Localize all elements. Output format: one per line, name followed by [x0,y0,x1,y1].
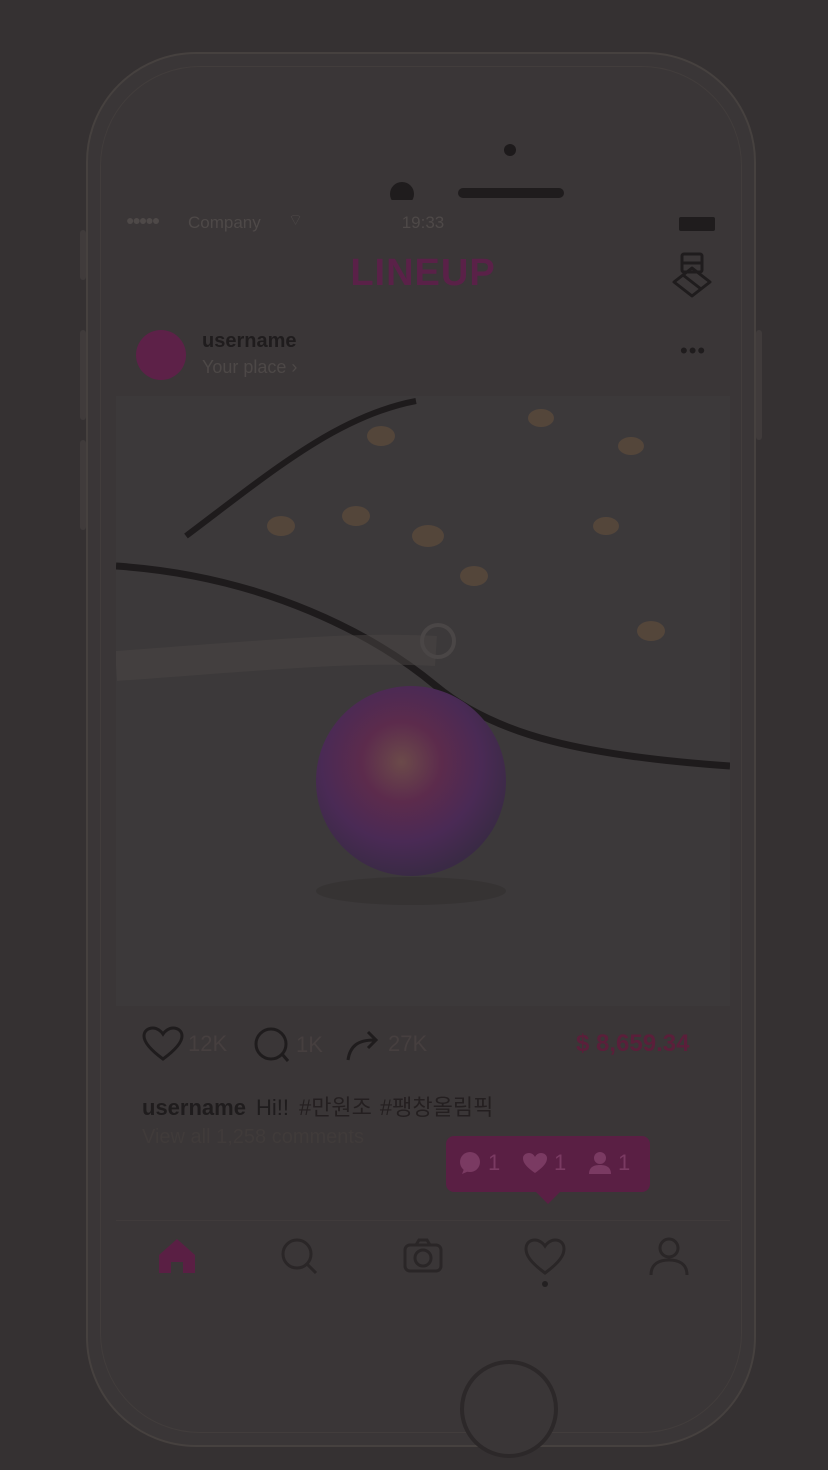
person-icon [589,1152,611,1174]
home-icon[interactable] [156,1235,198,1277]
caption-username[interactable]: username [142,1095,246,1120]
notif-followers: 1 [588,1150,630,1176]
profile-icon[interactable] [648,1235,690,1277]
earpiece-speaker [458,188,564,198]
status-bar: ●●●●● Company ⌔ 19:33 [116,210,730,236]
share-count: 27K [388,1031,428,1056]
status-time: 19:33 [401,213,445,232]
post-caption: username Hi!! #만원조 #팽창올림픽 [142,1090,501,1122]
hashtag[interactable]: #팽창올림픽 [380,1095,493,1120]
app-screen: ●●●●● Company ⌔ 19:33 LINEUP username Yo… [116,200,730,1292]
volume-down-button [80,440,86,530]
heart-icon [142,1026,184,1061]
tab-bar [116,1220,730,1292]
hashtag[interactable]: #만원조 [299,1095,372,1120]
battery-icon [679,217,715,231]
post-location[interactable]: Your place › [202,357,297,378]
post-username[interactable]: username [202,330,297,353]
more-options-icon[interactable]: ••• [680,338,706,364]
share-icon [346,1030,379,1061]
app-title: LINEUP [350,252,496,294]
silent-switch [80,230,86,280]
comment-bubble-icon [460,1152,480,1174]
activity-notification[interactable]: 1 1 1 [446,1136,650,1192]
comment-button[interactable]: 1K [252,1026,323,1064]
like-count: 12K [188,1031,228,1056]
camera-icon[interactable] [402,1235,444,1277]
front-sensor [504,144,516,156]
home-button[interactable] [460,1360,558,1458]
share-button[interactable]: 27K [344,1026,427,1062]
post-photo[interactable] [116,396,730,1006]
caption-text: Hi!! [255,1095,289,1120]
notif-comments: 1 [458,1150,500,1176]
notif-likes: 1 [522,1150,566,1176]
view-all-comments-link[interactable]: View all 1,258 comments [142,1126,364,1149]
post-price: $ 8,659.34 [576,1030,690,1057]
power-button [756,330,762,440]
heart-icon[interactable] [524,1235,566,1277]
comment-icon [254,1027,290,1062]
active-indicator-dot [542,1281,548,1287]
gift-icon[interactable] [670,250,716,298]
volume-up-button [80,330,86,420]
comment-count: 1K [296,1032,323,1057]
like-button[interactable]: 12K [142,1026,227,1062]
post-actions: 12K 1K 27K $ 8,659.34 [116,1026,730,1066]
search-icon[interactable] [278,1235,320,1277]
notification-pointer [534,1190,562,1204]
heart-filled-icon [523,1153,547,1173]
avatar[interactable] [136,330,186,380]
